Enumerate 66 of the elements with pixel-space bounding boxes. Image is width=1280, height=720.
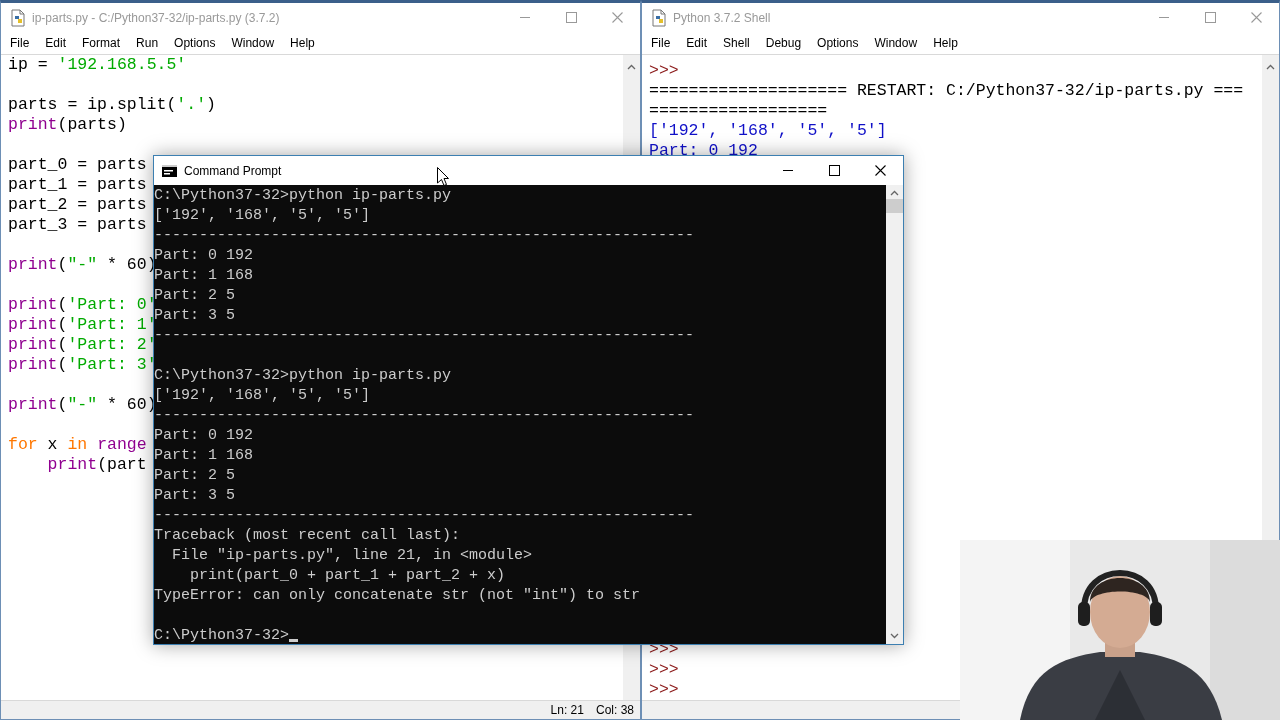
menu-item[interactable]: Debug (757, 34, 810, 52)
console-line: ['192', '168', '5', '5'] (154, 206, 371, 226)
console-line: Part: 2 5 (154, 286, 235, 306)
console-line: ------------------------------------------------------------ (154, 326, 695, 346)
console-line: ------------------------------------------------------------ (154, 406, 695, 426)
code-line: print(parts) (8, 115, 127, 135)
menu-item[interactable]: Help (282, 34, 323, 52)
window-title: ip-parts.py - C:/Python37-32/ip-parts.py (3.7.2) (32, 10, 281, 25)
console-line: print(part_0 + part_1 + part_2 + x) (189, 566, 506, 586)
console-line: C:\Python37-32> (154, 626, 290, 644)
code-line: print(part (46, 455, 147, 475)
console-line: Part: 1 168 (154, 446, 254, 466)
code-line: part_0 = parts (8, 155, 147, 175)
menu-item[interactable]: File (2, 34, 38, 52)
menu-item[interactable]: File (643, 34, 679, 52)
code-line: part_1 = parts (8, 175, 147, 195)
line-number-status: Ln: 21 (550, 703, 584, 717)
code-line: for x in range (8, 435, 147, 455)
console-line: TypeError: can only concatenate str (not "int") to str (154, 586, 641, 606)
menu-item[interactable]: Edit (37, 34, 75, 52)
console-line: C:\Python37-32>python ip-parts.py (154, 186, 452, 206)
menu-item[interactable]: Options (166, 34, 224, 52)
menu-item[interactable]: Shell (715, 34, 758, 52)
menu-item[interactable]: Window (223, 34, 283, 52)
code-line: ip = '192.168.5.5' (8, 55, 187, 75)
console-line: File "ip-parts.py", line 21, in <module> (171, 546, 533, 566)
shell-line: ==================== RESTART: C:/Python37-32/ip-parts.py === (649, 81, 1244, 101)
menu-item[interactable]: Options (809, 34, 867, 52)
menu-item[interactable]: Window (866, 34, 926, 52)
console-line: Part: 2 5 (154, 466, 235, 486)
console-line: Traceback (most recent call last): (154, 526, 461, 546)
column-status: Col: 38 (595, 703, 634, 717)
text-cursor (289, 639, 299, 642)
maximize-icon[interactable] (828, 165, 840, 176)
menu-item[interactable]: Run (128, 34, 167, 52)
console-line: Part: 3 5 (154, 486, 235, 506)
scrollbar-thumb[interactable] (886, 199, 903, 213)
console-line: ['192', '168', '5', '5'] (154, 386, 371, 406)
menu-item[interactable]: Format (74, 34, 129, 52)
window-title: Command Prompt (184, 163, 282, 178)
console-line: Part: 1 168 (154, 266, 254, 286)
console-icon (162, 164, 177, 177)
python-file-icon (651, 8, 667, 27)
shell-line: >>> (649, 640, 679, 660)
code-line: parts = ip.split('.') (8, 95, 216, 115)
window-title: Python 3.7.2 Shell (673, 10, 772, 25)
console-line: Part: 3 5 (154, 306, 235, 326)
console-line: ------------------------------------------------------------ (154, 506, 695, 526)
console-line: Part: 0 192 (154, 246, 254, 266)
shell-line: ['192', '168', '5', '5'] (649, 121, 887, 141)
menu-item[interactable]: Edit (678, 34, 716, 52)
shell-line: >>> (649, 660, 679, 680)
shell-line: Part: 0 192 (649, 141, 758, 161)
close-icon[interactable] (874, 165, 886, 176)
code-line: print('Part: 2' (8, 335, 157, 355)
scrollbar[interactable] (886, 185, 903, 644)
shell-line: ================== (649, 101, 828, 121)
code-line: part_3 = parts (8, 215, 147, 235)
code-line: part_2 = parts (8, 195, 147, 215)
console-line: ------------------------------------------------------------ (154, 226, 695, 246)
shell-line: >>> (649, 680, 679, 700)
python-file-icon (10, 8, 26, 27)
console-line: Part: 0 192 (154, 426, 254, 446)
console-line: C:\Python37-32>python ip-parts.py (154, 366, 452, 386)
shell-line: >>> (649, 61, 679, 81)
menu-item[interactable]: Help (925, 34, 966, 52)
